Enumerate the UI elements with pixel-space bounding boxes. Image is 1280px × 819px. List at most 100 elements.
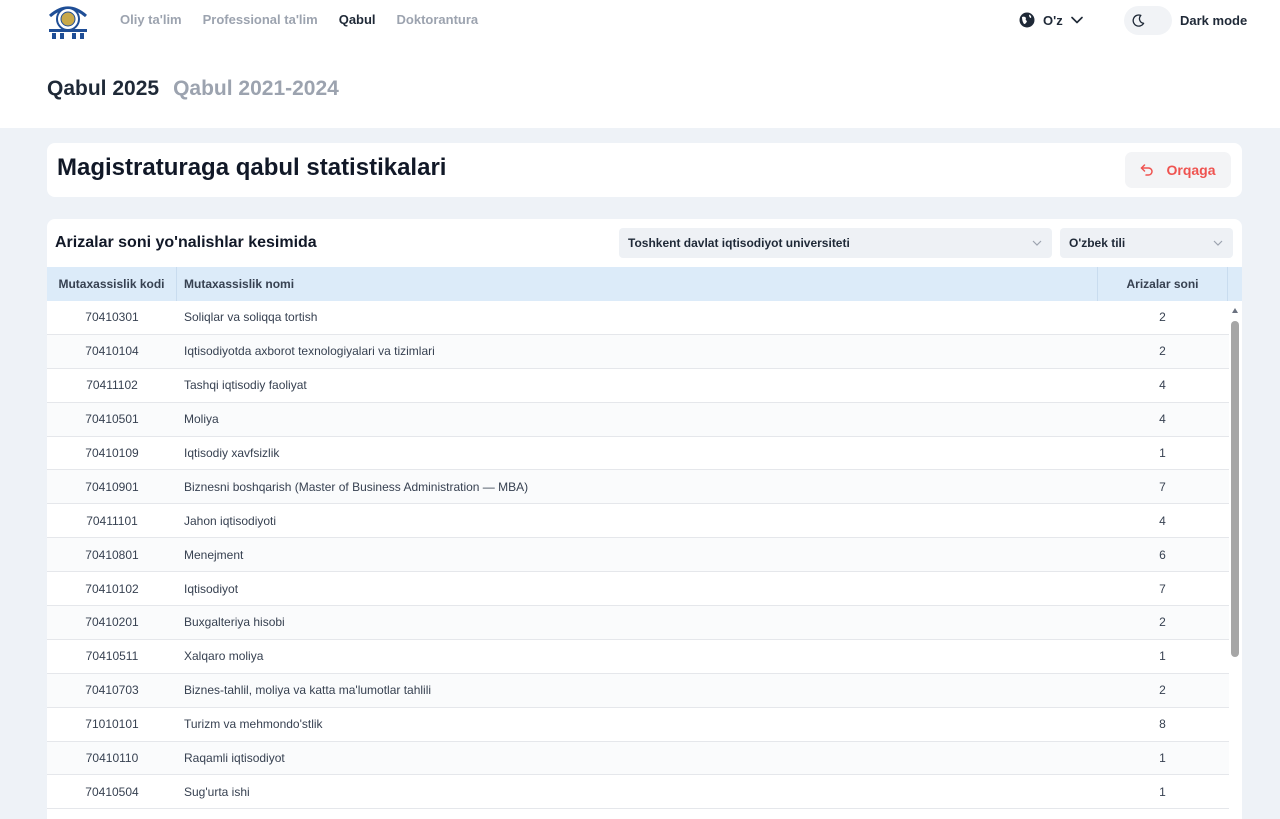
nav-item-doktorantura[interactable]: Doktorantura — [397, 12, 479, 27]
cell-count: 1 — [1159, 446, 1166, 460]
cell-count: 1 — [1159, 649, 1166, 664]
column-header-count[interactable]: Arizalar soni — [1097, 267, 1228, 301]
cell-count: 7 — [1159, 581, 1166, 596]
top-header: Oliy ta'lim Professional ta'lim Qabul Do… — [0, 0, 1280, 128]
table-row[interactable]: 70410501 Moliya 4 — [47, 402, 1229, 437]
table-scrollbar[interactable] — [1229, 301, 1242, 819]
university-select[interactable]: Toshkent davlat iqtisodiyot universiteti — [619, 228, 1052, 258]
table-row[interactable]: 70410109 Iqtisodiy xavfsizlik 1 — [47, 437, 1229, 471]
cell-name: Jahon iqtisodiyoti — [184, 513, 277, 528]
cell-name: Sug'urta ishi — [184, 784, 250, 799]
chevron-down-icon — [1213, 240, 1223, 246]
toggle-switch[interactable] — [1124, 6, 1172, 35]
applications-table-card: Arizalar soni yo'nalishlar kesimida Tosh… — [47, 219, 1242, 819]
table-title: Arizalar soni yo'nalishlar kesimida — [55, 234, 317, 251]
cell-code: 70410201 — [85, 615, 139, 630]
table-row[interactable]: 71010101 Turizm va mehmondo'stlik 8 — [47, 708, 1229, 742]
globe-icon — [1019, 12, 1035, 28]
cell-count: 1 — [1159, 751, 1166, 766]
cell-name: Turizm va mehmondo'stlik — [184, 717, 323, 732]
nav-item-oliy-talim[interactable]: Oliy ta'lim — [120, 12, 182, 27]
cell-name: Buxgalteriya hisobi — [184, 615, 285, 630]
table-row[interactable]: 70410511 Xalqaro moliya 1 — [47, 640, 1229, 674]
nav-item-qabul[interactable]: Qabul — [339, 12, 376, 27]
cell-name: Biznes-tahlil, moliya va katta ma'lumotl… — [184, 683, 432, 698]
cell-code: 70411101 — [86, 513, 138, 528]
cell-count: 7 — [1159, 479, 1166, 494]
cell-name: Tashqi iqtisodiy faoliyat — [184, 378, 307, 393]
language-switcher[interactable]: O'z — [1019, 12, 1083, 28]
cell-count: 2 — [1159, 310, 1166, 325]
table-row[interactable]: 70410301 Soliqlar va soliqqa tortish 2 — [47, 301, 1229, 335]
cell-count: 2 — [1159, 683, 1166, 698]
cell-code: 70410504 — [85, 784, 139, 799]
nav-item-professional-talim[interactable]: Professional ta'lim — [203, 12, 318, 27]
year-tabs: Qabul 2025 Qabul 2021-2024 — [47, 77, 339, 101]
table-row[interactable]: 70410201 Buxgalteriya hisobi 2 — [47, 606, 1229, 640]
back-button[interactable]: Orqaga — [1125, 152, 1231, 188]
table-row[interactable]: 70411102 Tashqi iqtisodiy faoliyat 4 — [47, 369, 1229, 403]
cell-name: Menejment — [184, 547, 244, 562]
scroll-up-arrow-icon[interactable] — [1232, 308, 1238, 313]
back-button-label: Orqaga — [1166, 162, 1216, 178]
page-title: Magistraturaga qabul statistikalari — [57, 154, 447, 181]
cell-code: 70410109 — [85, 446, 139, 460]
table-row[interactable]: 70410504 Sug'urta ishi 1 — [47, 775, 1229, 810]
cell-name: Raqamli iqtisodiyot — [184, 751, 285, 766]
column-header-name[interactable]: Mutaxassislik nomi — [177, 267, 1097, 301]
cell-count: 6 — [1159, 547, 1166, 562]
tab-qabul-2025[interactable]: Qabul 2025 — [47, 77, 159, 101]
table-header: Mutaxassislik kodi Mutaxassislik nomi Ar… — [47, 267, 1242, 301]
cell-count: 4 — [1159, 378, 1166, 393]
cell-name: Soliqlar va soliqqa tortish — [184, 310, 318, 325]
table-row[interactable]: 70411101 Jahon iqtisodiyoti 4 — [47, 504, 1229, 539]
cell-code: 70410104 — [85, 344, 139, 359]
cell-count: 4 — [1159, 513, 1166, 528]
tab-qabul-2021-2024[interactable]: Qabul 2021-2024 — [173, 77, 339, 101]
toggle-knob — [1126, 8, 1151, 33]
table-row[interactable]: 70410703 Biznes-tahlil, moliya va katta m… — [47, 673, 1229, 708]
language-select[interactable]: O'zbek tili — [1060, 228, 1233, 258]
language-label: O'z — [1043, 12, 1063, 28]
chevron-down-icon — [1070, 16, 1083, 24]
table-row[interactable]: 70410801 Menejment 6 — [47, 538, 1229, 573]
cell-count: 2 — [1159, 615, 1166, 630]
cell-name: Xalqaro moliya — [184, 649, 264, 664]
table-row[interactable]: 70410901 Biznesni boshqarish (Master of B… — [47, 470, 1229, 505]
dark-mode-label: Dark mode — [1180, 13, 1248, 28]
cell-count: 1 — [1159, 784, 1166, 799]
table-row[interactable]: 70410110 Raqamli iqtisodiyot 1 — [47, 741, 1229, 776]
cell-name: Moliya — [184, 412, 219, 427]
table-row[interactable]: 70410104 Iqtisodiyotda axborot texnologiy… — [47, 334, 1229, 369]
cell-name: Iqtisodiyotda axborot texnologiyalari va… — [184, 344, 435, 359]
main-nav: Oliy ta'lim Professional ta'lim Qabul Do… — [120, 12, 478, 27]
language-select-value: O'zbek tili — [1069, 236, 1126, 250]
cell-code: 70410501 — [85, 412, 139, 427]
dark-mode-toggle[interactable]: Dark mode — [1124, 6, 1247, 35]
university-select-value: Toshkent davlat iqtisodiyot universiteti — [628, 236, 850, 250]
cell-code: 70410102 — [85, 581, 139, 596]
cell-name: Biznesni boshqarish (Master of Business … — [184, 479, 529, 494]
scrollbar-thumb[interactable] — [1231, 321, 1239, 657]
cell-code: 70410901 — [85, 479, 139, 494]
cell-code: 70411102 — [86, 378, 138, 393]
cell-code: 71010101 — [85, 717, 139, 732]
cell-name: Iqtisodiyot — [184, 581, 239, 596]
cell-code: 70410511 — [85, 649, 139, 664]
chevron-down-icon — [1032, 240, 1042, 246]
cell-count: 4 — [1159, 412, 1166, 427]
cell-code: 70410801 — [85, 547, 139, 562]
title-card: Magistraturaga qabul statistikalari Orqa… — [47, 143, 1242, 197]
cell-code: 70410301 — [85, 310, 139, 325]
column-header-code[interactable]: Mutaxassislik kodi — [47, 267, 177, 301]
cell-name: Iqtisodiy xavfsizlik — [184, 446, 280, 460]
cell-code: 70410110 — [85, 751, 139, 766]
university-logo[interactable] — [46, 2, 90, 40]
moon-icon — [1132, 14, 1145, 27]
table-body: 70410301 Soliqlar va soliqqa tortish 2 7041… — [47, 301, 1229, 810]
undo-arrow-icon — [1141, 164, 1154, 176]
cell-code: 70410703 — [85, 683, 139, 698]
table-row[interactable]: 70410102 Iqtisodiyot 7 — [47, 572, 1229, 607]
cell-count: 2 — [1159, 344, 1166, 359]
cell-count: 8 — [1159, 717, 1166, 732]
